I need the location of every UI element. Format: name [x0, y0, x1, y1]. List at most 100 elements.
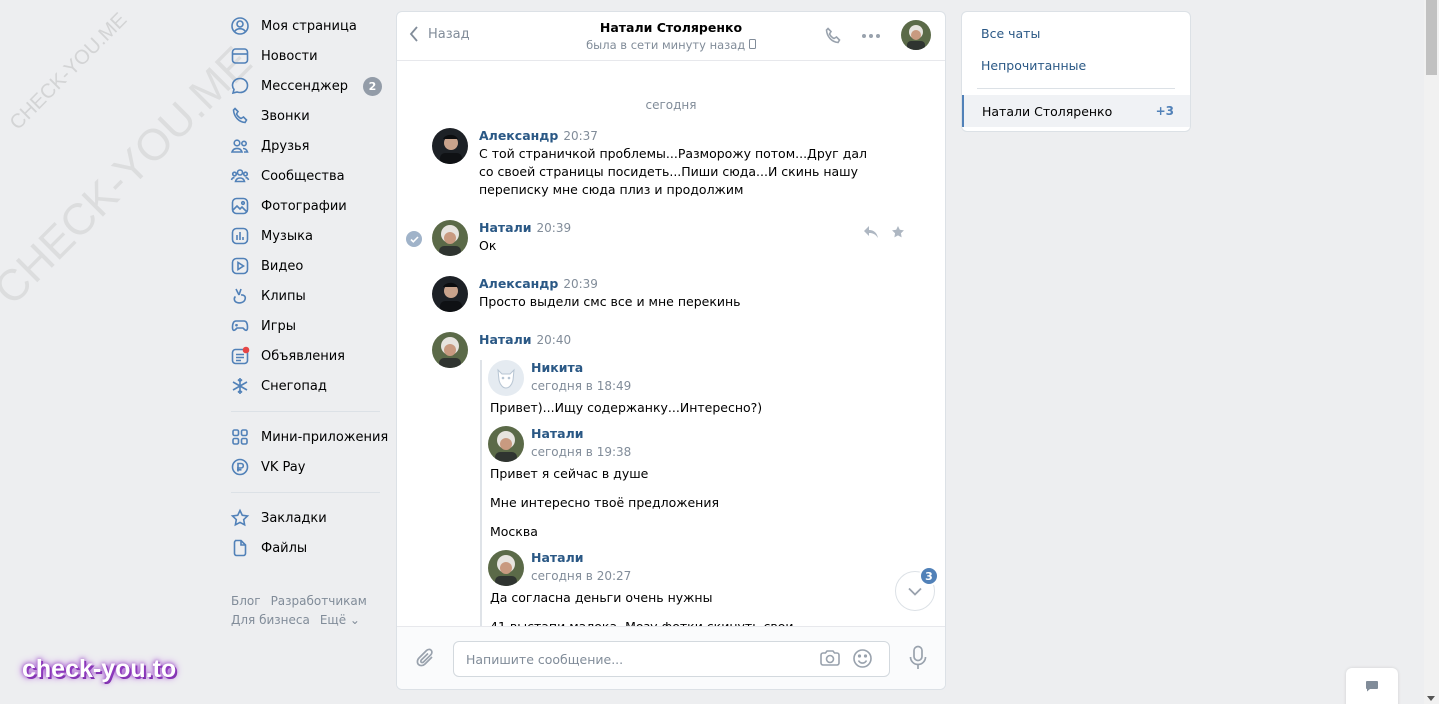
- message-item[interactable]: Натали 20:40: [432, 332, 902, 368]
- author-avatar[interactable]: [432, 220, 468, 256]
- nav-label: Моя страница: [261, 18, 357, 34]
- nav-mini-apps[interactable]: Мини-приложения: [230, 422, 390, 452]
- message-item[interactable]: Натали 20:39 Ок: [432, 220, 902, 256]
- nav-my-page[interactable]: Моя страница: [230, 11, 390, 41]
- forwarded-date[interactable]: сегодня в 18:49: [531, 376, 880, 396]
- scroll-down-button[interactable]: 3: [895, 566, 939, 611]
- selected-check-icon[interactable]: [406, 231, 422, 247]
- nav-snowfall[interactable]: Снегопад: [230, 371, 390, 401]
- scroll-arrow-icon[interactable]: [1427, 696, 1435, 701]
- watermark-small: CHECK-YOU.ME: [5, 8, 132, 135]
- nav-label: Сообщества: [261, 168, 345, 184]
- forwarded-author-avatar[interactable]: [488, 426, 524, 462]
- nav-divider: [231, 492, 380, 493]
- nav-label: Новости: [261, 48, 318, 64]
- message-time[interactable]: 20:39: [563, 277, 598, 291]
- author-avatar[interactable]: [432, 332, 468, 368]
- nav-friends[interactable]: Друзья: [230, 131, 390, 161]
- forwarded-message[interactable]: Натали сегодня в 20:27 Да согласна деньги…: [488, 550, 880, 626]
- watermark-large: CHECK-YOU.ME: [0, 37, 262, 315]
- music-icon: [230, 226, 250, 246]
- nav-bookmarks[interactable]: Закладки: [230, 503, 390, 533]
- chat-bubble-icon: [1366, 681, 1378, 692]
- message-author[interactable]: Александр: [479, 128, 558, 143]
- forwarded-author-avatar[interactable]: [488, 360, 524, 396]
- nav-vk-pay[interactable]: VK Pay: [230, 452, 390, 482]
- nav-music[interactable]: Музыка: [230, 221, 390, 251]
- reply-icon[interactable]: [863, 225, 879, 239]
- nav-label: Файлы: [261, 540, 308, 556]
- nav-clips[interactable]: Клипы: [230, 281, 390, 311]
- footer-business-link[interactable]: Для бизнеса: [231, 613, 310, 627]
- nav-communities[interactable]: Сообщества: [230, 161, 390, 191]
- nav-messenger[interactable]: Мессенджер 2: [230, 71, 390, 101]
- chat-panel: Назад Натали Столяренко была в сети мину…: [396, 11, 946, 690]
- message-time[interactable]: 20:40: [537, 333, 572, 347]
- message-item[interactable]: Александр 20:39 Просто выдели смс все и м…: [432, 276, 902, 312]
- nav-label: Клипы: [261, 288, 306, 304]
- message-item[interactable]: Александр 20:37 С той страничкой проблемы…: [432, 128, 902, 199]
- active-chat-count: +3: [1155, 104, 1174, 118]
- nav-photos[interactable]: Фотографии: [230, 191, 390, 221]
- message-author[interactable]: Натали: [479, 332, 532, 347]
- footer-dev-link[interactable]: Разработчикам: [271, 594, 367, 608]
- page-scrollbar[interactable]: [1424, 0, 1439, 704]
- active-chat-item[interactable]: Натали Столяренко +3: [962, 95, 1190, 127]
- messenger-count-badge: 2: [363, 77, 382, 96]
- chat-bubble-button[interactable]: [1346, 668, 1398, 704]
- nav-label: Звонки: [261, 108, 310, 124]
- mobile-icon: [748, 39, 756, 49]
- message-author[interactable]: Натали: [479, 220, 532, 235]
- forwarded-author[interactable]: Никита: [531, 360, 880, 376]
- message-time[interactable]: 20:39: [537, 221, 572, 235]
- star-icon[interactable]: [891, 225, 905, 239]
- nav-calls[interactable]: Звонки: [230, 101, 390, 131]
- footer-blog-link[interactable]: Блог: [231, 594, 261, 608]
- message-time[interactable]: 20:37: [563, 129, 598, 143]
- snowflake-icon: [230, 376, 250, 396]
- message-icon: [230, 76, 250, 96]
- all-chats-link[interactable]: Все чаты: [981, 26, 1040, 41]
- forwarded-author[interactable]: Натали: [531, 550, 880, 566]
- forwarded-text: Да согласна деньги очень нужны: [490, 590, 713, 605]
- communities-icon: [230, 166, 250, 186]
- forwarded-message[interactable]: Натали сегодня в 19:38 Привет я сейчас в …: [488, 426, 880, 541]
- peer-avatar[interactable]: [901, 20, 931, 50]
- author-avatar[interactable]: [432, 128, 468, 164]
- forwarded-date[interactable]: сегодня в 20:27: [531, 566, 880, 586]
- scrollbar-thumb[interactable]: [1426, 0, 1437, 75]
- nav-video[interactable]: Видео: [230, 251, 390, 281]
- camera-icon[interactable]: [819, 649, 841, 667]
- emoji-icon[interactable]: [852, 648, 873, 669]
- message-history[interactable]: сегодня Александр 20:37 С той страничкой …: [397, 62, 945, 626]
- author-avatar[interactable]: [432, 276, 468, 312]
- microphone-icon[interactable]: [909, 645, 927, 671]
- nav-label: Фотографии: [261, 198, 347, 214]
- forwarded-date[interactable]: сегодня в 19:38: [531, 442, 880, 462]
- nav-label: Объявления: [261, 348, 345, 364]
- forwarded-text: Привет я сейчас в душе: [490, 466, 649, 481]
- peer-status: была в сети минуту назад: [397, 38, 945, 52]
- nav-news[interactable]: Новости: [230, 41, 390, 71]
- attach-icon[interactable]: [415, 647, 437, 669]
- phone-icon[interactable]: [823, 26, 843, 46]
- user-circle-icon: [230, 16, 250, 36]
- chat-header: Назад Натали Столяренко была в сети мину…: [397, 12, 945, 61]
- forwarded-text: Привет)...Ищу содержанку...Интересно?): [490, 400, 763, 415]
- nav-label: Игры: [261, 318, 297, 334]
- nav-files[interactable]: Файлы: [230, 533, 390, 563]
- nav-games[interactable]: Игры: [230, 311, 390, 341]
- more-icon[interactable]: [861, 33, 881, 39]
- nav-label: VK Pay: [261, 459, 306, 475]
- footer-more-link[interactable]: Ещё ⌄: [320, 613, 360, 627]
- forwarded-author[interactable]: Натали: [531, 426, 880, 442]
- date-separator: сегодня: [645, 98, 697, 112]
- unread-chats-link[interactable]: Непрочитанные: [981, 58, 1086, 73]
- forwarded-author-avatar[interactable]: [488, 550, 524, 586]
- nav-ads[interactable]: Объявления: [230, 341, 390, 371]
- forwarded-text: Мне интересно твоё предложения: [490, 495, 719, 510]
- message-author[interactable]: Александр: [479, 276, 558, 291]
- forwarded-message[interactable]: Никита сегодня в 18:49 Привет)...Ищу соде…: [488, 360, 880, 417]
- nav-label: Мини-приложения: [261, 429, 389, 445]
- friends-icon: [230, 136, 250, 156]
